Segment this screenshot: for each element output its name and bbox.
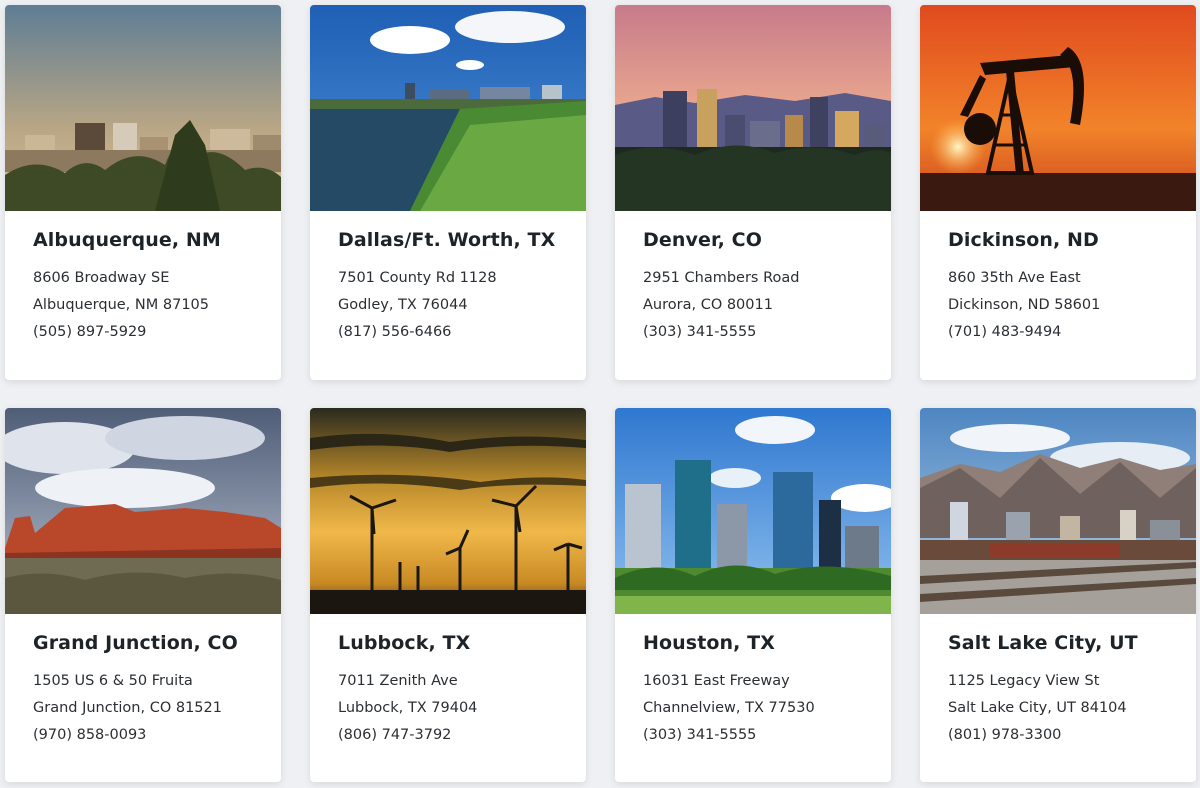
location-address: 7501 County Rd 1128 (338, 270, 497, 286)
location-address: 8606 Broadway SE (33, 270, 170, 286)
location-city-state-zip: Aurora, CO 80011 (643, 297, 773, 313)
location-card-salt-lake-city[interactable]: Salt Lake City, UT 1125 Legacy View St S… (920, 408, 1196, 782)
location-card-grand-junction[interactable]: Grand Junction, CO 1505 US 6 & 50 Fruita… (5, 408, 281, 782)
location-address: 7011 Zenith Ave (338, 673, 458, 689)
location-city-state-zip: Grand Junction, CO 81521 (33, 700, 222, 716)
salt-lake-city-skyline-photo (920, 408, 1196, 614)
location-city-state-zip: Salt Lake City, UT 84104 (948, 700, 1127, 716)
houston-skyline-photo (615, 408, 891, 614)
location-card-dickinson[interactable]: Dickinson, ND 860 35th Ave East Dickinso… (920, 5, 1196, 380)
location-phone[interactable]: (817) 556-6466 (338, 319, 558, 346)
location-city: Dallas/Ft. Worth, TX (338, 229, 556, 251)
location-address: 2951 Chambers Road (643, 270, 800, 286)
location-address: 16031 East Freeway (643, 673, 790, 689)
location-city-state-zip: Channelview, TX 77530 (643, 700, 815, 716)
location-city-state-zip: Albuquerque, NM 87105 (33, 297, 209, 313)
location-card-lubbock[interactable]: Lubbock, TX 7011 Zenith Ave Lubbock, TX … (310, 408, 586, 782)
location-phone[interactable]: (303) 341-5555 (643, 722, 863, 749)
location-address: 1505 US 6 & 50 Fruita (33, 673, 193, 689)
location-phone[interactable]: (801) 978-3300 (948, 722, 1168, 749)
location-city: Dickinson, ND (948, 229, 1099, 251)
location-city-state-zip: Lubbock, TX 79404 (338, 700, 478, 716)
location-phone[interactable]: (303) 341-5555 (643, 319, 863, 346)
location-city: Albuquerque, NM (33, 229, 221, 251)
location-phone[interactable]: (701) 483-9494 (948, 319, 1168, 346)
location-phone[interactable]: (505) 897-5929 (33, 319, 253, 346)
lubbock-wind-turbines-photo (310, 408, 586, 614)
location-city-state-zip: Dickinson, ND 58601 (948, 297, 1101, 313)
location-address: 860 35th Ave East (948, 270, 1081, 286)
location-city-state-zip: Godley, TX 76044 (338, 297, 468, 313)
dallas-lake-skyline-photo (310, 5, 586, 211)
location-card-albuquerque[interactable]: Albuquerque, NM 8606 Broadway SE Albuque… (5, 5, 281, 380)
location-city: Salt Lake City, UT (948, 632, 1138, 654)
location-city: Lubbock, TX (338, 632, 471, 654)
location-phone[interactable]: (970) 858-0093 (33, 722, 253, 749)
albuquerque-skyline-photo (5, 5, 281, 211)
location-city: Denver, CO (643, 229, 762, 251)
grand-junction-red-rocks-photo (5, 408, 281, 614)
location-phone[interactable]: (806) 747-3792 (338, 722, 558, 749)
location-card-denver[interactable]: Denver, CO 2951 Chambers Road Aurora, CO… (615, 5, 891, 380)
location-card-houston[interactable]: Houston, TX 16031 East Freeway Channelvi… (615, 408, 891, 782)
denver-skyline-photo (615, 5, 891, 211)
location-city: Houston, TX (643, 632, 775, 654)
location-address: 1125 Legacy View St (948, 673, 1100, 689)
location-card-dallas[interactable]: Dallas/Ft. Worth, TX 7501 County Rd 1128… (310, 5, 586, 380)
dickinson-oil-pump-photo (920, 5, 1196, 211)
location-city: Grand Junction, CO (33, 632, 238, 654)
